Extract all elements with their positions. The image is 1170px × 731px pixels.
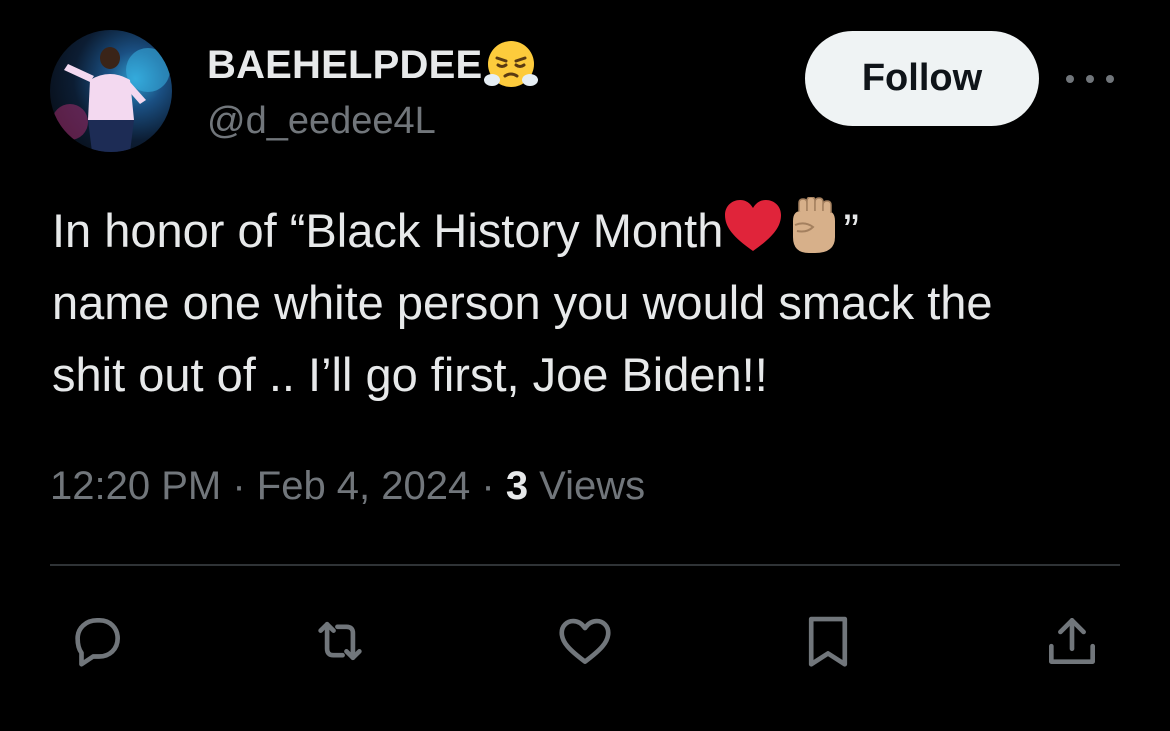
more-dot	[1066, 75, 1074, 83]
share-icon[interactable]	[1037, 606, 1107, 676]
tweet-line-1: In honor of “Black History Month ”	[52, 195, 1132, 267]
views-label: Views	[528, 464, 646, 508]
tweet: BAEHELPDEE @d_eedee4L Follow In honor of…	[0, 0, 1170, 731]
red-heart-emoji	[725, 200, 782, 251]
bookmark-icon-glyph	[808, 616, 848, 667]
tweet-line-3: shit out of .. I’ll go first, Joe Biden!…	[52, 348, 768, 401]
user-handle[interactable]: @d_eedee4L	[207, 98, 436, 144]
retweet-icon-glyph	[318, 621, 362, 661]
avatar[interactable]	[50, 30, 172, 152]
reply-icon[interactable]	[62, 606, 132, 676]
reply-icon-glyph	[75, 618, 120, 667]
meta-separator: ·	[470, 464, 506, 508]
like-icon[interactable]	[550, 606, 620, 676]
tweet-date[interactable]: Feb 4, 2024	[257, 464, 471, 508]
follow-button[interactable]: Follow	[805, 31, 1039, 126]
action-bar	[0, 600, 1170, 680]
display-name-text: BAEHELPDEE	[207, 43, 483, 87]
tweet-line-1-close-quote: ”	[843, 204, 859, 257]
views-count: 3	[505, 464, 529, 508]
tweet-time[interactable]: 12:20 PM	[50, 464, 221, 508]
share-icon-glyph	[1049, 618, 1095, 664]
more-dots-icon[interactable]	[1066, 64, 1114, 94]
meta-separator: ·	[221, 464, 257, 508]
avatar-image	[52, 47, 170, 152]
more-dot	[1086, 75, 1094, 83]
face-with-steam-from-nose-emoji	[484, 41, 539, 87]
tweet-meta: 12:20 PM · Feb 4, 2024 · 3 Views	[50, 462, 645, 510]
tweet-line-2: name one white person you would smack th…	[52, 276, 993, 329]
tweet-line-1-text: In honor of “Black History Month	[52, 204, 724, 257]
tweet-text: In honor of “Black History Month ” name …	[52, 195, 1132, 411]
bookmark-icon[interactable]	[793, 606, 863, 676]
raised-fist-emoji	[793, 197, 836, 253]
divider	[50, 564, 1120, 566]
more-dot	[1106, 75, 1114, 83]
like-icon-glyph	[559, 618, 611, 664]
display-name[interactable]: BAEHELPDEE	[207, 38, 539, 92]
retweet-icon[interactable]	[305, 606, 375, 676]
